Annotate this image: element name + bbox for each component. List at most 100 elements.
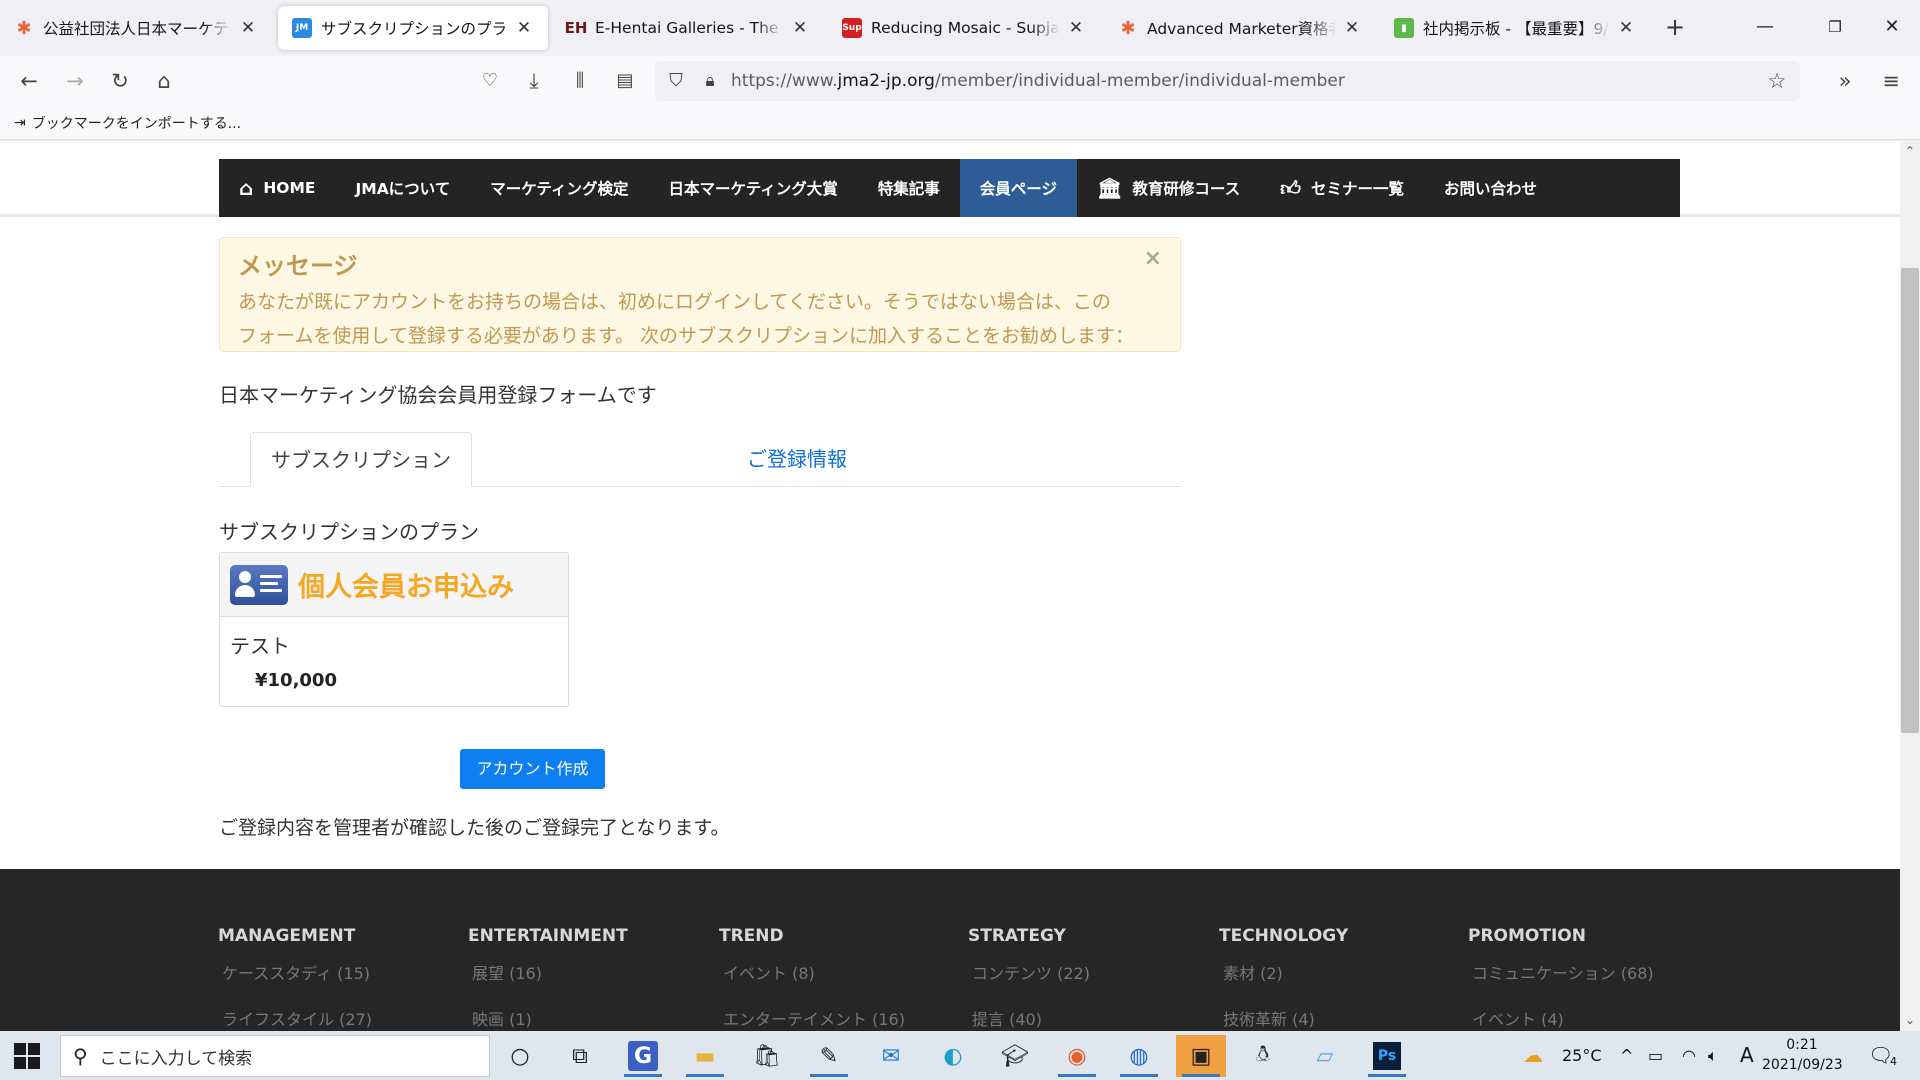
mail-icon[interactable]: ✉ — [866, 1035, 916, 1077]
nav-item-members[interactable]: 会員ページ — [959, 159, 1077, 217]
footer-link[interactable]: イベント (8) — [723, 960, 905, 984]
photoshop-icon[interactable]: Ps — [1362, 1035, 1412, 1077]
create-account-button[interactable]: アカウント作成 — [460, 749, 605, 789]
nav-item-articles[interactable]: 特集記事 — [858, 159, 960, 217]
notification-count: 4 — [1890, 1055, 1897, 1068]
browser-tab[interactable]: EH E-Hentai Galleries - The Free Hentai … — [552, 6, 824, 50]
shield-icon[interactable]: ⛉ — [661, 66, 691, 96]
close-tab-icon[interactable]: ✕ — [514, 18, 534, 38]
home-icon[interactable]: ⌂ — [149, 66, 179, 96]
footer-link[interactable]: コンテンツ (22) — [972, 960, 1090, 984]
close-tab-icon[interactable]: ✕ — [238, 18, 258, 38]
restore-button[interactable]: ❐ — [1805, 10, 1865, 44]
nav-item-seminars[interactable]: 👍︎ セミナー一覧 — [1260, 159, 1424, 217]
store-icon[interactable]: 🛍︎ — [742, 1035, 792, 1077]
paper-app-icon[interactable]: ▱ — [1300, 1035, 1350, 1077]
close-tab-icon[interactable]: ✕ — [790, 18, 810, 38]
nav-item-award[interactable]: 日本マーケティング大賞 — [649, 159, 858, 217]
close-tab-icon[interactable]: ✕ — [1066, 18, 1086, 38]
browser-tab[interactable]: ✱ Advanced Marketer資格者名簿 ✕ — [1104, 6, 1376, 50]
minimize-button[interactable]: — — [1735, 10, 1795, 44]
close-tab-icon[interactable]: ✕ — [1342, 18, 1362, 38]
footer-link[interactable]: ケーススタディ (15) — [222, 960, 372, 984]
system-clock[interactable]: 0:21 2021/09/23 — [1762, 1035, 1843, 1075]
star-icon[interactable]: ☆ — [1762, 66, 1792, 96]
overflow-icon[interactable]: » — [1830, 66, 1860, 96]
footer-link[interactable]: 映画 (1) — [472, 1006, 628, 1030]
url-text[interactable]: https://www.jma2-jp.org/member/individua… — [731, 61, 1345, 101]
notepad-app-icon[interactable]: ✎ — [804, 1035, 854, 1077]
task-view-icon[interactable]: ⧉ — [555, 1035, 605, 1077]
nav-item-home[interactable]: ⌂ HOME — [219, 159, 336, 217]
footer-link[interactable]: 展望 (16) — [472, 960, 628, 984]
footer-link[interactable]: エンターテイメント (16) — [723, 1006, 905, 1030]
back-icon[interactable]: ← — [14, 66, 44, 96]
taskbar-search[interactable]: ⚲ ここに入力して検索 — [60, 1035, 490, 1077]
library-icon[interactable]: ⫼ — [565, 66, 595, 96]
edge-icon[interactable]: ◐ — [928, 1035, 978, 1077]
browser-tab[interactable]: ▮ 社内掲示板 - 【最重要】9/22「コ ✕ — [1380, 6, 1650, 50]
google-app-icon[interactable]: G — [618, 1035, 668, 1077]
jma-icon: JM — [292, 18, 312, 38]
firefox-icon[interactable]: ◉ — [1052, 1035, 1102, 1077]
penguin-app-icon[interactable]: 🐧︎ — [1238, 1035, 1288, 1077]
menu-icon[interactable]: ≡ — [1876, 66, 1906, 96]
tab-title: サブスクリプションのプラン — [321, 20, 508, 38]
browser-tab-active[interactable]: JM サブスクリプションのプラン ✕ — [278, 6, 548, 50]
footer-link[interactable]: イベント (4) — [1472, 1006, 1654, 1030]
scroll-down-icon[interactable]: ⌄ — [1900, 1012, 1920, 1028]
address-bar[interactable]: ⛉ 🔒︎ https://www.jma2-jp.org/member/indi… — [655, 61, 1800, 101]
message-alert: メッセージ あなたが既にアカウントをお持ちの場合は、初めにログインしてください。… — [219, 237, 1181, 352]
chat-app-icon[interactable]: ◍ — [1114, 1035, 1164, 1077]
cortana-icon[interactable]: ○ — [495, 1035, 545, 1077]
pocket-icon[interactable]: ♡ — [475, 66, 505, 96]
nav-item-contact[interactable]: お問い合わせ — [1424, 159, 1557, 217]
footer-column-strategy: STRATEGY コンテンツ (22) 提言 (40) — [968, 926, 1090, 1030]
footer-link[interactable]: 素材 (2) — [1223, 960, 1348, 984]
nav-item-courses[interactable]: 🏛︎ 教育研修コース — [1077, 159, 1260, 217]
tab-registration[interactable]: ご登録情報 — [727, 432, 867, 487]
close-window-button[interactable]: ✕ — [1862, 10, 1920, 44]
reload-icon[interactable]: ↻ — [105, 66, 135, 96]
battery-icon[interactable]: ▭ — [1648, 1031, 1663, 1080]
graduation-app-icon[interactable]: 🎓︎ — [990, 1035, 1040, 1077]
plan-card[interactable]: 個人会員お申込み テスト ¥10,000 — [219, 552, 569, 707]
footer-link[interactable]: コミュニケーション (68) — [1472, 960, 1654, 984]
forward-icon[interactable]: → — [60, 66, 90, 96]
scrollbar-thumb[interactable] — [1901, 268, 1919, 733]
footer-link[interactable]: 提言 (40) — [972, 1006, 1090, 1030]
highlighted-app-icon[interactable]: ▣ — [1176, 1035, 1226, 1077]
file-explorer-icon[interactable]: ▬ — [680, 1035, 730, 1077]
footer-link[interactable]: 技術革新 (4) — [1223, 1006, 1348, 1030]
id-card-icon — [230, 564, 288, 605]
volume-icon[interactable]: 🔈︎ — [1708, 1031, 1718, 1080]
chevron-up-icon[interactable]: ^ — [1620, 1031, 1633, 1080]
plan-name: テスト — [230, 634, 290, 658]
footer-column-entertainment: ENTERTAINMENT 展望 (16) 映画 (1) — [468, 926, 628, 1030]
download-icon[interactable]: ⤓ — [519, 66, 549, 96]
tab-title: Reducing Mosaic - Supjav.com — [871, 19, 1060, 37]
tab-title: 社内掲示板 - 【最重要】9/22「コ — [1423, 20, 1610, 38]
close-icon[interactable]: × — [1144, 246, 1162, 271]
close-tab-icon[interactable]: ✕ — [1616, 18, 1636, 38]
form-intro: 日本マーケティング協会会員用登録フォームです — [219, 383, 657, 407]
lock-icon[interactable]: 🔒︎ — [695, 66, 725, 96]
nav-item-about[interactable]: JMAについて — [336, 159, 471, 217]
scroll-up-icon[interactable]: ⌃ — [1900, 143, 1920, 159]
browser-tab[interactable]: ✱ 公益社団法人日本マーケティング協会 ✕ — [0, 6, 272, 50]
plan-card-header: 個人会員お申込み — [220, 553, 568, 617]
bank-icon: 🏛︎ — [1096, 176, 1123, 200]
ime-indicator[interactable]: A — [1740, 1031, 1754, 1080]
windows-start-icon[interactable] — [14, 1043, 40, 1069]
weather-temp[interactable]: 25°C — [1562, 1031, 1602, 1080]
sidebar-icon[interactable]: ▤ — [610, 66, 640, 96]
new-tab-button[interactable]: + — [1660, 12, 1690, 42]
browser-tab[interactable]: Sup Reducing Mosaic - Supjav.com ✕ — [828, 6, 1100, 50]
nav-item-exam[interactable]: マーケティング検定 — [470, 159, 648, 217]
wifi-icon[interactable]: ◠ — [1682, 1031, 1696, 1080]
footer-link[interactable]: ライフスタイル (27) — [222, 1006, 372, 1030]
import-bookmarks-link[interactable]: ⇥ ブックマークをインポートする... — [14, 113, 241, 133]
ehentai-icon: EH — [564, 19, 588, 37]
tab-subscription[interactable]: サブスクリプション — [250, 432, 472, 487]
weather-icon[interactable]: ☁︎ — [1523, 1031, 1543, 1080]
